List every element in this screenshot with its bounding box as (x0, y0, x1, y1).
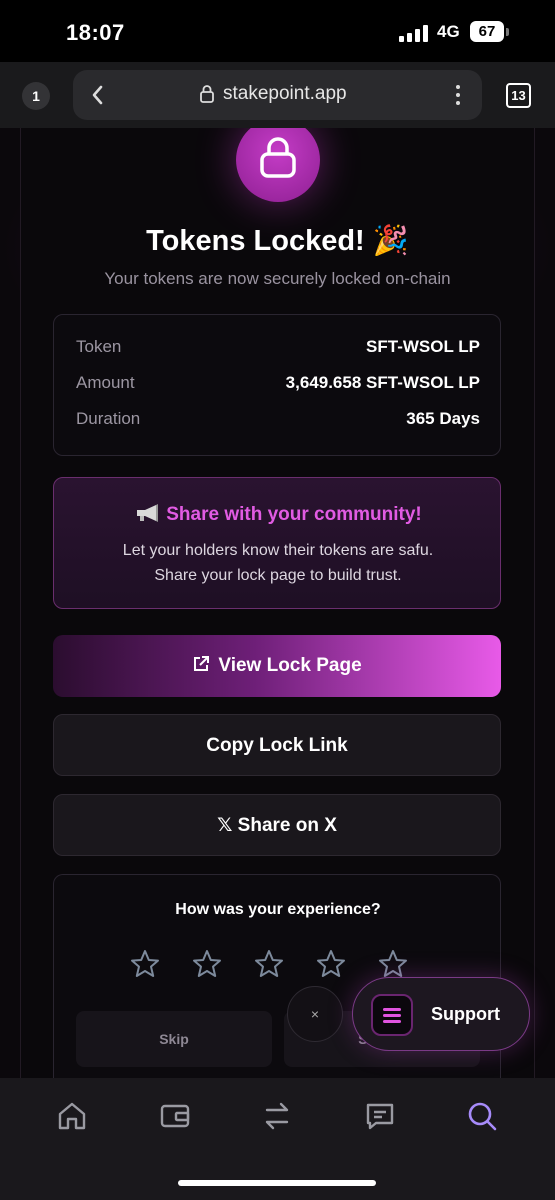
detail-label: Duration (76, 409, 141, 428)
star-icon-1[interactable] (130, 949, 160, 979)
star-icon-4[interactable] (316, 949, 346, 979)
share-callout: Share with your community! Let your hold… (53, 477, 501, 609)
lock-icon (200, 85, 214, 103)
detail-label: Token (76, 337, 122, 356)
skip-button[interactable]: Skip (76, 1011, 272, 1067)
page-subtitle: Your tokens are now securely locked on-c… (104, 269, 451, 288)
external-link-icon (194, 656, 210, 671)
view-lock-page-label: View Lock Page (218, 655, 362, 676)
battery-tip (506, 28, 509, 36)
detail-value: SFT-WSOL LP (366, 337, 480, 356)
share-title-text: Share with your community! (166, 504, 422, 525)
status-bar: 18:07 4G 67 (0, 0, 555, 62)
share-line-2: Share your lock page to build trust. (154, 567, 402, 584)
search-icon[interactable] (466, 1100, 498, 1132)
network-type: 4G (437, 22, 460, 41)
detail-label: Amount (76, 373, 135, 392)
battery-icon: 67 (470, 21, 504, 42)
swap-icon[interactable] (261, 1100, 293, 1132)
status-time: 18:07 (66, 20, 125, 45)
share-description: Let your holders know their tokens are s… (54, 538, 502, 588)
share-on-x-button[interactable]: 𝕏 Share on X (53, 794, 501, 856)
star-icon-5[interactable] (378, 949, 408, 979)
star-icon-3[interactable] (254, 949, 284, 979)
close-support-button[interactable]: × (287, 986, 343, 1042)
page-content: Tokens Locked! 🎉 Your tokens are now sec… (0, 128, 555, 1078)
home-indicator (178, 1180, 376, 1186)
address-bar[interactable]: stakepoint.app (73, 70, 482, 120)
detail-value: 365 Days (406, 409, 480, 428)
star-icon-2[interactable] (192, 949, 222, 979)
chat-icon[interactable] (364, 1100, 396, 1132)
share-line-1: Let your holders know their tokens are s… (122, 542, 434, 559)
tab-group-indicator[interactable]: 1 (22, 82, 50, 110)
lock-details: Token SFT-WSOL LP Amount 3,649.658 SFT-W… (53, 314, 501, 456)
lock-icon (260, 137, 296, 178)
detail-value: 3,649.658 SFT-WSOL LP (285, 373, 480, 392)
support-button[interactable]: Support (352, 977, 530, 1051)
back-icon[interactable] (87, 82, 109, 108)
support-label: Support (431, 1004, 500, 1024)
detail-row-amount: Amount 3,649.658 SFT-WSOL LP (76, 373, 480, 397)
detail-row-duration: Duration 365 Days (76, 409, 480, 433)
page-title: Tokens Locked! 🎉 (146, 225, 409, 257)
signal-icon (399, 24, 429, 42)
share-title: Share with your community! (54, 504, 502, 526)
tabs-button[interactable]: 13 (506, 83, 531, 108)
megaphone-icon (137, 504, 159, 522)
home-icon[interactable] (56, 1100, 88, 1132)
support-logo-icon (371, 994, 413, 1036)
more-options-icon[interactable] (454, 83, 462, 107)
url-text: stakepoint.app (223, 83, 347, 104)
view-lock-page-button[interactable]: View Lock Page (53, 635, 501, 697)
experience-title: How was your experience? (175, 901, 381, 918)
wallet-icon[interactable] (159, 1100, 191, 1132)
browser-toolbar: 1 stakepoint.app 13 (0, 62, 555, 128)
copy-lock-link-button[interactable]: Copy Lock Link (53, 714, 501, 776)
detail-row-token: Token SFT-WSOL LP (76, 337, 480, 361)
star-rating (130, 949, 420, 981)
